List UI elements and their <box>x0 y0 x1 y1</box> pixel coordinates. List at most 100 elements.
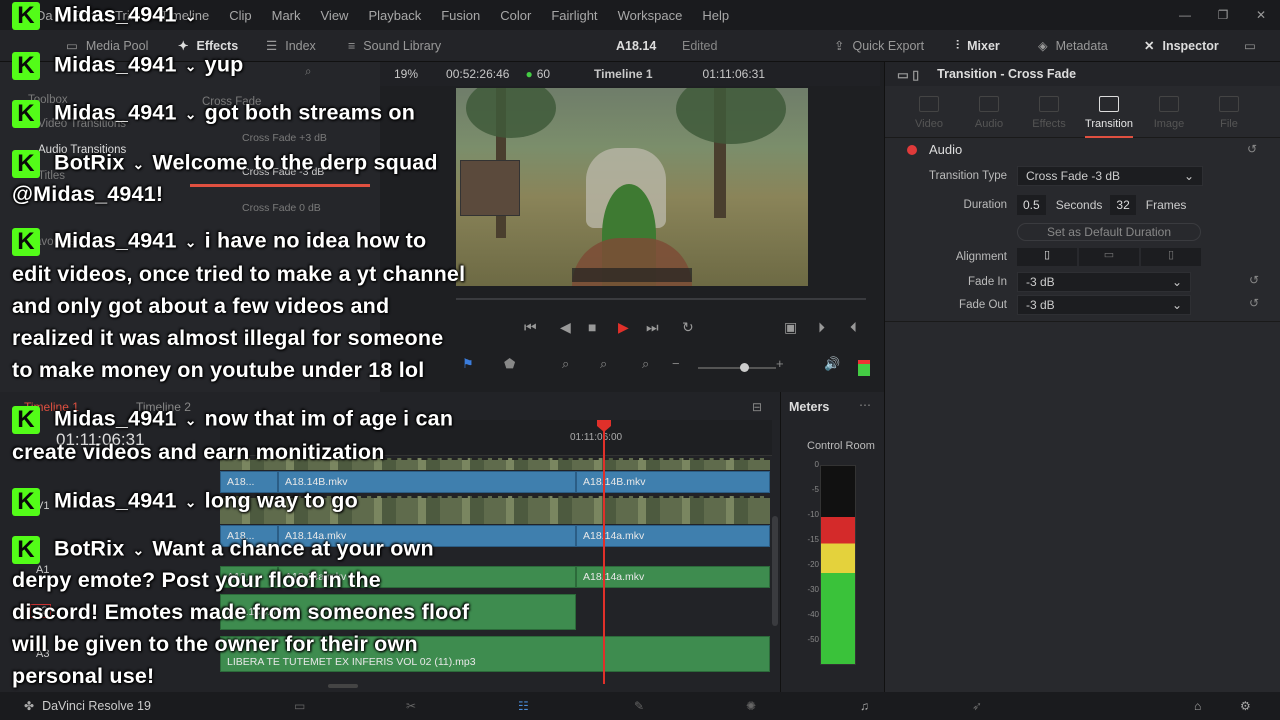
maximize-icon[interactable]: ❐ <box>1204 0 1242 30</box>
next-clip-icon[interactable]: ⏵ <box>818 319 825 336</box>
playhead[interactable] <box>603 428 605 684</box>
chevron-down-icon: ⌄ <box>184 105 197 122</box>
speaker-icon[interactable]: 🔊 <box>824 356 840 372</box>
reset-icon[interactable]: ↺ <box>1247 142 1257 156</box>
chat-message: K Midas_4941 ⌄ i have no idea how to <box>12 228 426 256</box>
cut-page-icon[interactable]: ✂ <box>406 699 416 713</box>
video-clip[interactable]: A18.14B.mkv <box>576 471 770 493</box>
color-page-icon[interactable]: ✺ <box>746 699 756 713</box>
timeline-view-icon[interactable]: ⊟ <box>752 400 762 414</box>
enable-toggle-icon[interactable] <box>907 144 917 155</box>
chevron-down-icon: ⌄ <box>184 57 197 74</box>
inspector-tab[interactable]: Transition <box>1079 86 1139 138</box>
chat-message: K Midas_4941 ⌄ got both streams on <box>12 100 415 128</box>
stop-icon[interactable]: ■ <box>588 319 596 335</box>
zoom-out-icon[interactable]: − <box>672 356 680 371</box>
audio-clip[interactable]: A18.14a.mkv <box>576 566 770 588</box>
chat-message-continuation: @Midas_4941! <box>12 182 164 206</box>
close-icon[interactable]: ✕ <box>1242 0 1280 30</box>
inspector-tabs: Video Audio Effects Transition Image File <box>885 86 1280 138</box>
zoom-slider-handle[interactable] <box>740 363 749 372</box>
export-icon: ⇪ <box>834 39 845 53</box>
zoom-in-icon[interactable]: + <box>776 356 784 371</box>
chat-username: Midas_4941 <box>54 52 177 77</box>
go-to-end-icon[interactable]: ⏭ <box>646 319 659 336</box>
kick-badge-icon: K <box>12 2 40 30</box>
level-icon <box>858 360 870 376</box>
kick-badge-icon: K <box>12 488 40 516</box>
media-page-icon[interactable]: ▭ <box>294 699 305 713</box>
transition-type-dropdown[interactable]: Cross Fade -3 dB ⌄ <box>1017 166 1203 186</box>
chevron-down-icon: ⌄ <box>184 233 197 250</box>
inspector-tab[interactable]: Video <box>899 86 959 137</box>
chevron-down-icon: ⌄ <box>1171 298 1182 312</box>
inspector-tab[interactable]: Image <box>1139 86 1199 137</box>
frames-label: Frames <box>1145 198 1187 212</box>
inspector-button[interactable]: ✕ Inspector <box>1144 38 1219 54</box>
inspector-tab[interactable]: Audio <box>959 86 1019 137</box>
minimize-icon[interactable]: — <box>1166 0 1204 30</box>
play-icon[interactable]: ▶ <box>618 319 629 336</box>
inspector-header: ▭ ▯ Transition - Cross Fade <box>885 62 1280 86</box>
mixer-icon: ⫶ <box>956 38 960 52</box>
fade-out-dropdown[interactable]: -3 dB ⌄ <box>1017 295 1191 315</box>
metadata-button[interactable]: ◈ Metadata <box>1038 38 1108 54</box>
menu-item[interactable]: Fairlight <box>551 8 597 23</box>
meters-options-icon[interactable]: ⋯ <box>859 398 871 412</box>
set-default-duration-button[interactable]: Set as Default Duration <box>1017 223 1201 241</box>
chat-message: K Midas_4941 ⌄ now that im of age i can <box>12 406 453 434</box>
reverse-play-icon[interactable]: ◀ <box>560 319 571 336</box>
menu-item[interactable]: Help <box>702 8 729 23</box>
loop-icon[interactable]: ↻ <box>682 319 694 336</box>
fullscreen-viewer-icon[interactable]: ▣ <box>784 319 797 336</box>
fairlight-page-icon[interactable]: ♫ <box>860 699 869 713</box>
prev-clip-icon[interactable]: ⏴ <box>850 319 857 336</box>
seconds-label: Seconds <box>1055 198 1103 212</box>
duration-seconds-field[interactable]: 0.5 <box>1017 195 1046 215</box>
chat-message-continuation: realized it was almost illegal for someo… <box>12 326 444 350</box>
meter-tick: 0 <box>814 460 819 469</box>
fullscreen-icon[interactable]: ▭ <box>1244 38 1256 53</box>
kick-badge-icon: K <box>12 228 40 256</box>
tab-icon <box>1039 96 1059 112</box>
settings-gear-icon[interactable]: ⚙ <box>1240 699 1251 713</box>
zoom-detail-icon[interactable]: ⌕ <box>600 356 607 372</box>
timeline-scrollbar[interactable] <box>772 516 778 626</box>
align-center-icon[interactable]: ▯ <box>1017 248 1077 266</box>
zoom-slider[interactable] <box>698 367 776 369</box>
go-to-start-icon[interactable]: ⏮ <box>524 319 537 336</box>
fusion-page-icon[interactable]: ✎ <box>634 699 644 713</box>
quick-export-button[interactable]: ⇪ Quick Export <box>834 38 924 54</box>
chat-message-continuation: to make money on youtube under 18 lol <box>12 358 425 382</box>
transition-type-label: Transition Type <box>929 170 1007 182</box>
meter-tick: -20 <box>807 560 819 569</box>
chat-text: got both streams on <box>204 100 416 125</box>
deliver-page-icon[interactable]: ➶ <box>972 699 982 713</box>
inspector-tab[interactable]: File <box>1199 86 1259 137</box>
meter-tick: -50 <box>807 635 819 644</box>
duration-frames-field[interactable]: 32 <box>1110 195 1136 215</box>
timeline-name[interactable]: Timeline 1 <box>594 67 652 81</box>
audio-section-header: Audio <box>907 142 962 157</box>
edit-page-icon[interactable]: ☷ <box>518 699 529 713</box>
inspector-tab[interactable]: Effects <box>1019 86 1079 137</box>
metadata-icon: ◈ <box>1038 39 1048 53</box>
zoom-full-icon[interactable]: ⌕ <box>562 356 569 372</box>
align-start-icon[interactable]: ▭ <box>1079 248 1139 266</box>
reset-fade-out-icon[interactable]: ↺ <box>1249 296 1259 310</box>
fade-in-dropdown[interactable]: -3 dB ⌄ <box>1017 272 1191 292</box>
chat-username: Midas_4941 <box>54 406 177 431</box>
video-clip[interactable]: A18.14a.mkv <box>576 525 770 547</box>
reset-fade-in-icon[interactable]: ↺ <box>1249 273 1259 287</box>
meter-scale: 0 -5 -10 -15 -20 -30 -40 -50 <box>801 460 821 660</box>
mixer-button[interactable]: ⫶ Mixer <box>956 38 1000 53</box>
home-icon[interactable]: ⌂ <box>1194 699 1201 713</box>
menu-item[interactable]: Workspace <box>618 8 683 23</box>
window-controls: — ❐ ✕ <box>1166 0 1280 30</box>
chat-text: Want a chance at your own <box>152 536 434 561</box>
stream-chat-overlay: K Midas_4941 ⌄ K Midas_4941 ⌄ yup K Midas_4941 ⌄ g… <box>0 0 520 692</box>
align-end-icon[interactable]: ▯ <box>1141 248 1201 266</box>
chat-message-continuation: and only got about a few videos and <box>12 294 390 318</box>
zoom-custom-icon[interactable]: ⌕ <box>642 356 649 372</box>
chat-message-continuation: create videos and earn monitization <box>12 440 385 464</box>
